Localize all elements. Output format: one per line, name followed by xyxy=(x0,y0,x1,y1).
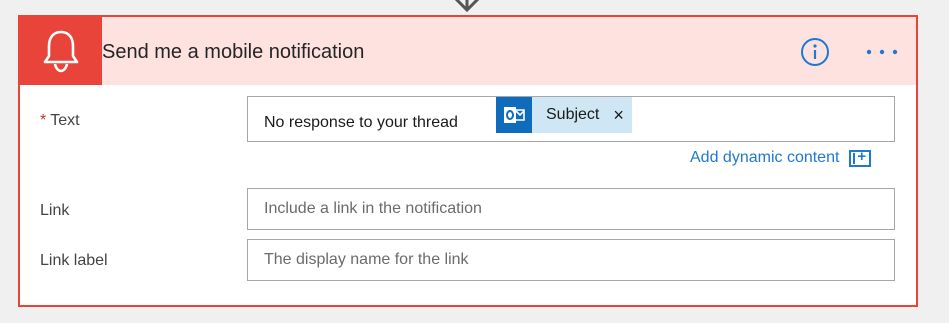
info-button[interactable] xyxy=(800,37,830,67)
more-options-icon xyxy=(866,49,898,55)
remove-token-icon[interactable]: × xyxy=(613,106,624,124)
token-label: Subject xyxy=(546,106,600,123)
add-dynamic-content-link[interactable]: Add dynamic content + xyxy=(690,148,872,167)
link-field-label: Link xyxy=(40,202,70,219)
dynamic-content-icon: + xyxy=(849,148,872,167)
action-card: Send me a mobile notification * Text No r… xyxy=(18,15,918,307)
link-label-input[interactable] xyxy=(247,239,895,281)
bell-icon xyxy=(43,30,79,73)
text-field-input[interactable]: No response to your thread Subject × xyxy=(247,96,895,142)
link-input[interactable] xyxy=(247,188,895,230)
outlook-icon xyxy=(496,97,532,133)
text-field-value: No response to your thread xyxy=(264,114,458,131)
info-icon xyxy=(801,38,829,66)
text-label: Text xyxy=(50,112,80,129)
subject-token[interactable]: Subject × xyxy=(496,97,632,133)
text-field-label: * Text xyxy=(40,112,80,130)
add-dynamic-content-label: Add dynamic content xyxy=(690,149,840,166)
action-header[interactable]: Send me a mobile notification xyxy=(20,17,916,85)
link-label-field-label: Link label xyxy=(40,252,108,269)
more-options-button[interactable] xyxy=(862,37,902,67)
action-title: Send me a mobile notification xyxy=(102,41,365,63)
required-marker: * xyxy=(40,112,47,129)
action-icon-box xyxy=(20,17,102,85)
connector-arrow-icon xyxy=(454,0,480,13)
